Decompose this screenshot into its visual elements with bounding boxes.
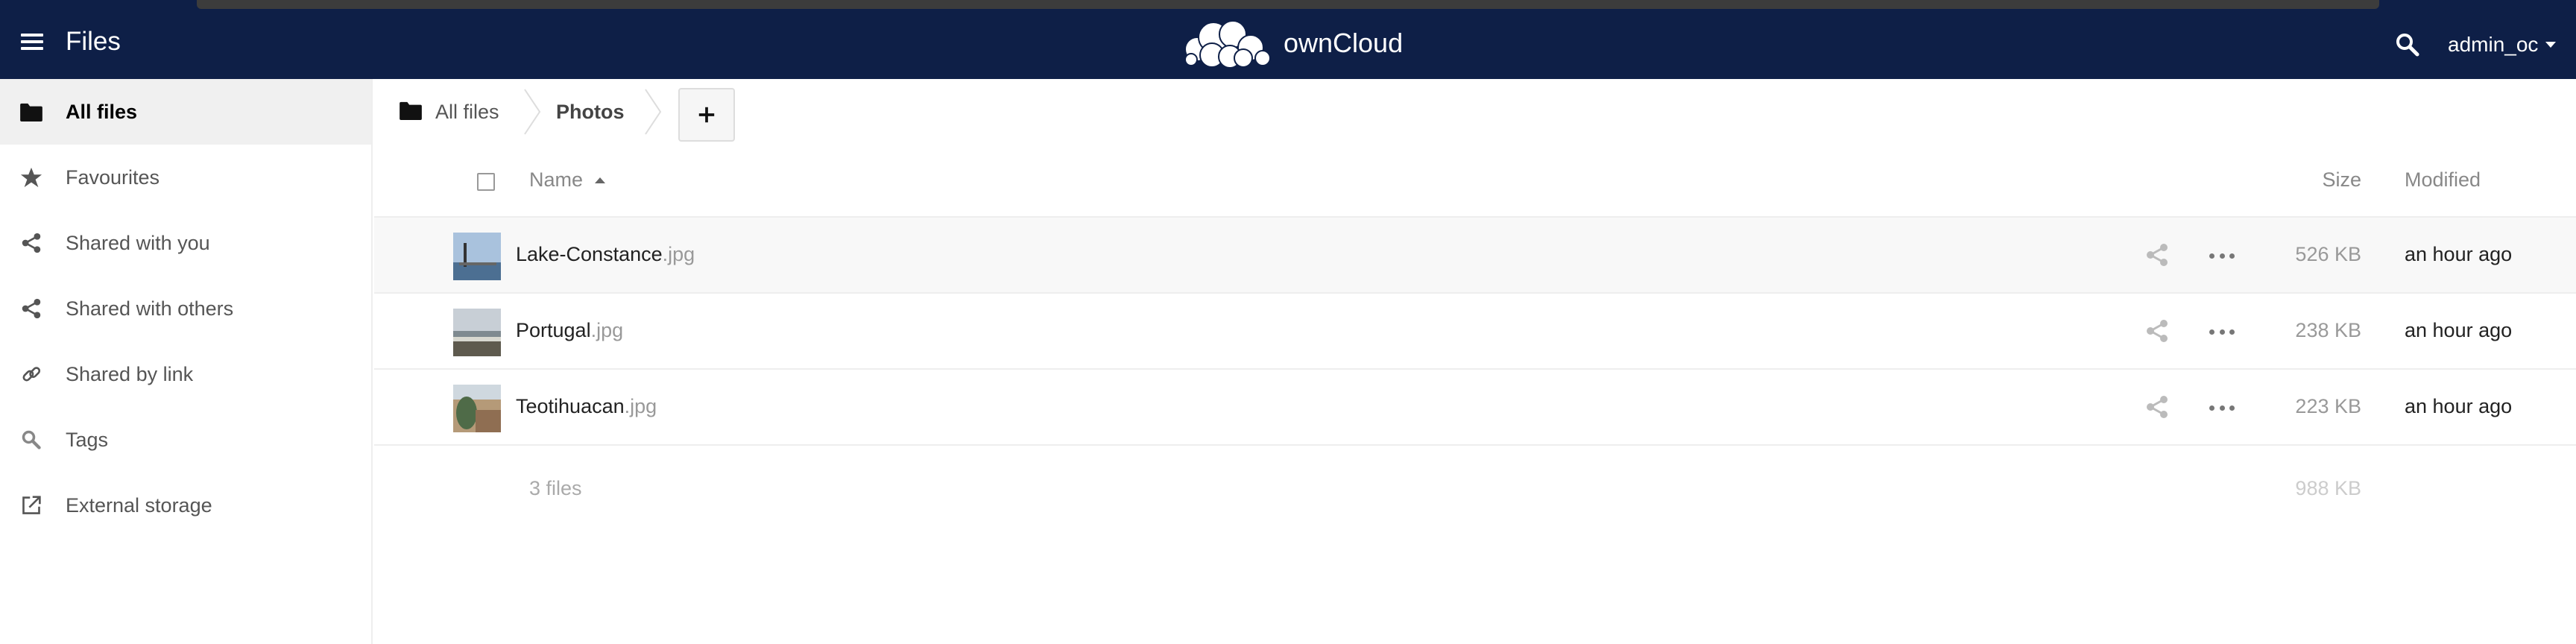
plus-icon: [698, 107, 715, 123]
sidebar-item-shared-with-you[interactable]: Shared with you: [0, 210, 371, 276]
controls-bar: All files Photos: [374, 79, 2576, 146]
file-list: Name Size Modified Lake-Constance.jpg 52…: [374, 146, 2576, 535]
image-thumbnail: [453, 385, 501, 432]
brand-name: ownCloud: [1284, 28, 1404, 58]
table-row[interactable]: Lake-Constance.jpg 526 KB an hour ago: [374, 218, 2576, 294]
tag-search-icon: [18, 426, 45, 453]
breadcrumb-current[interactable]: Photos: [556, 97, 625, 127]
sidebar-item-label: All files: [66, 100, 138, 123]
column-header-modified[interactable]: Modified: [2405, 168, 2481, 192]
more-actions-icon[interactable]: [2209, 395, 2235, 420]
share-icon: [18, 295, 45, 322]
file-extension: .jpg: [590, 319, 624, 341]
more-actions-icon[interactable]: [2209, 319, 2235, 344]
more-actions-icon[interactable]: [2209, 243, 2235, 268]
file-size: 223 KB: [2295, 395, 2361, 417]
sidebar-item-label: Shared with others: [66, 297, 234, 320]
new-file-button[interactable]: [678, 88, 735, 142]
app-title[interactable]: Files: [66, 27, 121, 57]
column-header-size[interactable]: Size: [2322, 168, 2361, 192]
sidebar-item-all-files[interactable]: All files: [0, 79, 371, 145]
folder-icon: [18, 98, 45, 125]
summary-size: 988 KB: [2295, 477, 2361, 499]
summary-count: 3 files: [529, 477, 582, 499]
share-icon: [18, 230, 45, 256]
table-header: Name Size Modified: [374, 146, 2576, 218]
sidebar-item-label: Shared by link: [66, 362, 194, 385]
file-basename: Portugal: [516, 319, 591, 341]
file-modified: an hour ago: [2405, 395, 2513, 417]
sort-ascending-icon: [595, 177, 606, 183]
link-icon: [18, 361, 45, 388]
file-size: 238 KB: [2295, 319, 2361, 341]
external-icon: [18, 492, 45, 519]
owncloud-logo[interactable]: ownCloud: [1179, 16, 1403, 70]
sidebar-item-shared-with-others[interactable]: Shared with others: [0, 276, 371, 341]
sidebar-item-label: Shared with you: [66, 231, 210, 254]
file-extension: .jpg: [662, 243, 695, 265]
folder-icon: [400, 101, 422, 124]
breadcrumb-home-label: All files: [435, 100, 499, 123]
file-modified: an hour ago: [2405, 319, 2513, 341]
sidebar-item-label: Tags: [66, 428, 109, 451]
sidebar-item-tags[interactable]: Tags: [0, 407, 371, 473]
browser-top-strip: [197, 0, 2379, 9]
file-name-link[interactable]: Portugal.jpg: [516, 319, 623, 342]
share-icon[interactable]: [2145, 243, 2171, 268]
image-thumbnail: [453, 309, 501, 356]
breadcrumb-separator-icon: [645, 89, 662, 135]
column-header-name[interactable]: Name: [529, 168, 606, 192]
file-modified: an hour ago: [2405, 243, 2513, 265]
file-name-link[interactable]: Teotihuacan.jpg: [516, 395, 657, 418]
breadcrumb-separator-icon: [524, 89, 541, 135]
user-menu[interactable]: admin_oc: [2448, 33, 2557, 57]
search-icon[interactable]: [2394, 31, 2421, 58]
hamburger-menu-icon[interactable]: [16, 30, 48, 52]
sidebar-item-external-storage[interactable]: External storage: [0, 473, 371, 538]
table-row[interactable]: Teotihuacan.jpg 223 KB an hour ago: [374, 370, 2576, 446]
cloud-logo-icon: [1184, 20, 1271, 69]
sidebar-item-shared-by-link[interactable]: Shared by link: [0, 341, 371, 407]
table-row[interactable]: Portugal.jpg 238 KB an hour ago: [374, 294, 2576, 370]
sidebar-item-label: External storage: [66, 493, 212, 517]
share-icon[interactable]: [2145, 395, 2171, 420]
chevron-down-icon: [2545, 42, 2557, 48]
breadcrumb-home[interactable]: All files: [400, 97, 499, 127]
file-extension: .jpg: [624, 395, 657, 417]
select-all-checkbox[interactable]: [477, 173, 495, 191]
file-basename: Teotihuacan: [516, 395, 625, 417]
file-basename: Lake-Constance: [516, 243, 663, 265]
sidebar-item-label: Favourites: [66, 165, 160, 189]
sidebar-item-favourites[interactable]: Favourites: [0, 145, 371, 210]
file-summary: 3 files 988 KB: [374, 446, 2576, 535]
file-size: 526 KB: [2295, 243, 2361, 265]
sidebar: All files Favourites Shared with you Sha…: [0, 79, 373, 644]
image-thumbnail: [453, 233, 501, 280]
username: admin_oc: [2448, 33, 2539, 56]
top-header: Files ownCloud admin_oc: [0, 0, 2576, 79]
column-label: Name: [529, 168, 584, 191]
star-icon: [18, 164, 45, 191]
share-icon[interactable]: [2145, 319, 2171, 344]
file-name-link[interactable]: Lake-Constance.jpg: [516, 243, 695, 266]
